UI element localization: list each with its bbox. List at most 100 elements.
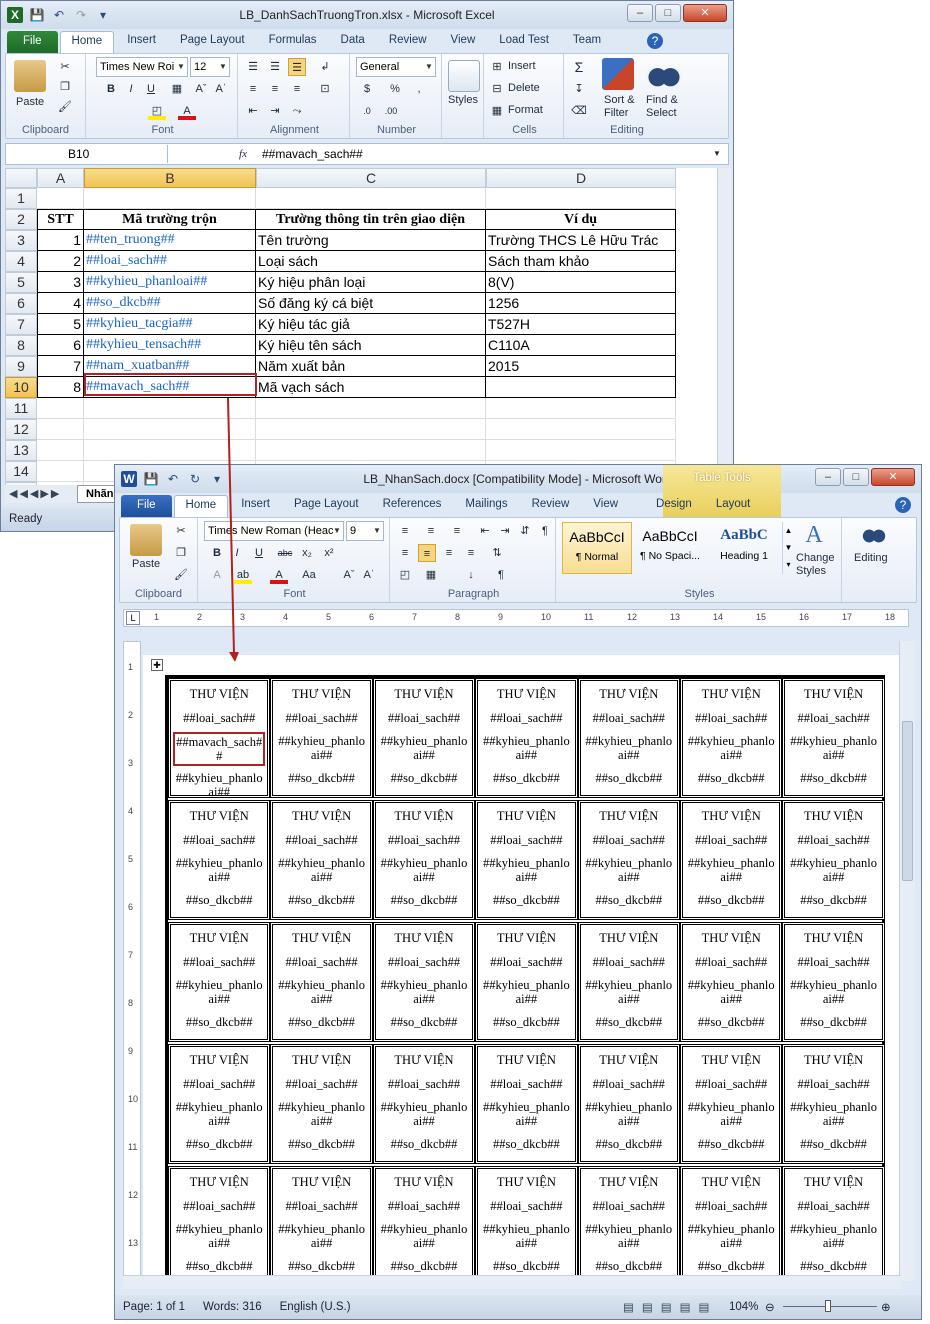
- comma-icon[interactable]: ,: [410, 80, 428, 98]
- highlight-icon[interactable]: ab: [234, 566, 252, 584]
- subscript-icon[interactable]: x₂: [298, 544, 316, 562]
- label-cell[interactable]: THƯ VIỆN ##loai_sach## ##kyhieu_phanlo ai##…: [270, 1044, 373, 1164]
- table-cell[interactable]: C110A: [486, 335, 676, 356]
- sort-icon[interactable]: ⇵: [516, 522, 534, 540]
- insert-cells-icon[interactable]: ⊞: [488, 58, 506, 76]
- align-middle-icon[interactable]: ☰: [266, 58, 284, 76]
- grow-font-icon[interactable]: Aˇ: [340, 566, 358, 584]
- paste-icon[interactable]: [130, 524, 162, 556]
- border-icon[interactable]: ▦: [168, 80, 186, 98]
- italic-icon[interactable]: I: [122, 80, 140, 98]
- table-move-handle-icon[interactable]: ✚: [151, 659, 163, 671]
- table-cell[interactable]: ##kyhieu_phanloai##: [84, 272, 256, 293]
- cell[interactable]: [84, 188, 256, 209]
- superscript-icon[interactable]: x²: [320, 544, 338, 562]
- label-cell[interactable]: THƯ VIỆN ##loai_sach## ##kyhieu_phanlo ai##…: [782, 922, 885, 1042]
- bold-icon[interactable]: B: [208, 544, 226, 562]
- table-cell[interactable]: 6: [37, 335, 84, 356]
- restore-button[interactable]: □: [655, 4, 681, 22]
- table-header-cell[interactable]: STT: [37, 209, 84, 230]
- increase-decimal-icon[interactable]: .0: [358, 102, 376, 120]
- restore-button[interactable]: □: [843, 468, 869, 486]
- table-cell[interactable]: 1256: [486, 293, 676, 314]
- label-cell[interactable]: THƯ VIỆN ##loai_sach## ##kyhieu_phanlo ai##…: [577, 922, 680, 1042]
- label-cell[interactable]: THƯ VIỆN ##loai_sach## ##kyhieu_phanlo ai##…: [680, 800, 783, 920]
- tab-review[interactable]: Review: [521, 495, 581, 517]
- cell[interactable]: [37, 461, 84, 482]
- cell[interactable]: [486, 440, 676, 461]
- merge-icon[interactable]: ⊡: [316, 80, 334, 98]
- cell[interactable]: [84, 419, 256, 440]
- column-header[interactable]: A: [37, 168, 84, 188]
- label-cell[interactable]: THƯ VIỆN ##loai_sach## ##kyhieu_phanlo ai##…: [680, 1044, 783, 1164]
- format-painter-icon[interactable]: 🖌: [56, 98, 74, 116]
- horizontal-ruler[interactable]: L 1 2 3 4 5 6 7 8 9 10 11 12 13 14 15 16 17 18: [123, 609, 909, 627]
- tab-data[interactable]: Data: [330, 31, 376, 53]
- table-cell[interactable]: ##kyhieu_tacgia##: [84, 314, 256, 335]
- vertical-scrollbar[interactable]: [899, 641, 915, 1281]
- table-cell[interactable]: Ký hiệu phân loại: [256, 272, 486, 293]
- cell[interactable]: [37, 188, 84, 209]
- styles-scroll[interactable]: ▲ ▼ ▾: [782, 522, 794, 574]
- label-cell[interactable]: THƯ VIỆN ##loai_sach## ##kyhieu_phanlo ai##…: [577, 678, 680, 798]
- tab-load-test[interactable]: Load Test: [488, 31, 560, 53]
- numbering-icon[interactable]: ≡: [422, 522, 440, 540]
- copy-icon[interactable]: ❐: [56, 78, 74, 96]
- increase-indent-icon[interactable]: ⇥: [266, 102, 284, 120]
- cell[interactable]: [84, 398, 256, 419]
- binoculars-icon[interactable]: [648, 58, 680, 90]
- sort-filter-button-2[interactable]: Filter: [604, 107, 628, 119]
- tab-file[interactable]: File: [7, 31, 58, 53]
- cell[interactable]: [37, 419, 84, 440]
- label-cell[interactable]: THƯ VIỆN ##loai_sach## ##kyhieu_phanlo ai##…: [270, 800, 373, 920]
- table-cell[interactable]: ##so_dkcb##: [84, 293, 256, 314]
- label-cell[interactable]: THƯ VIỆN ##loai_sach## ##kyhieu_phanlo ai##…: [782, 1166, 885, 1286]
- repeat-icon[interactable]: ↻: [187, 471, 203, 487]
- row-header[interactable]: 10: [5, 377, 37, 398]
- fill-icon[interactable]: ↧: [570, 80, 588, 98]
- shrink-font-icon[interactable]: Aˈ: [212, 80, 230, 98]
- table-cell[interactable]: [486, 377, 676, 398]
- excel-app-icon[interactable]: X: [7, 7, 23, 23]
- currency-icon[interactable]: $: [358, 80, 376, 98]
- align-right-icon[interactable]: ≡: [288, 80, 306, 98]
- label-cell[interactable]: THƯ VIỆN ##loai_sach## ##kyhieu_phanlo ai##…: [168, 800, 271, 920]
- column-header[interactable]: D: [486, 168, 676, 188]
- table-cell[interactable]: Ký hiệu tác giả: [256, 314, 486, 335]
- row-header[interactable]: 7: [5, 314, 37, 335]
- table-cell[interactable]: ##loai_sach##: [84, 251, 256, 272]
- zoom-level[interactable]: 104%: [729, 1301, 758, 1313]
- label-cell[interactable]: THƯ VIỆN ##loai_sach## ##kyhieu_phanlo ai##…: [782, 1044, 885, 1164]
- row-header[interactable]: 13: [5, 440, 37, 461]
- table-cell[interactable]: 8: [37, 377, 84, 398]
- fill-color-icon[interactable]: ◰: [148, 102, 166, 120]
- label-cell[interactable]: THƯ VIỆN ##loai_sach## ##kyhieu_phanlo ai##…: [372, 1044, 476, 1164]
- cell[interactable]: [37, 398, 84, 419]
- table-cell[interactable]: T527H: [486, 314, 676, 335]
- cell[interactable]: [84, 440, 256, 461]
- cut-icon[interactable]: ✂: [56, 58, 74, 76]
- label-cell[interactable]: THƯ VIỆN ##loai_sach## ##kyhieu_phanlo ai##…: [577, 1166, 680, 1286]
- format-painter-icon[interactable]: 🖌: [172, 566, 190, 584]
- font-color-icon[interactable]: A: [270, 566, 288, 584]
- bold-icon[interactable]: B: [102, 80, 120, 98]
- label-cell[interactable]: THƯ VIỆN ##loai_sach## ##kyhieu_phanlo ai##…: [270, 678, 373, 798]
- word-app-icon[interactable]: W: [121, 471, 137, 487]
- zoom-out-icon[interactable]: ⊖: [765, 1300, 775, 1314]
- cut-icon[interactable]: ✂: [172, 522, 190, 540]
- row-header[interactable]: 12: [5, 419, 37, 440]
- number-format-combo[interactable]: General ▼: [356, 57, 436, 77]
- cell[interactable]: [37, 440, 84, 461]
- underline-icon[interactable]: U: [142, 80, 160, 98]
- font-size-combo[interactable]: 12 ▼: [190, 57, 230, 77]
- help-icon[interactable]: ?: [895, 497, 911, 513]
- wrap-text-icon[interactable]: ↲: [316, 58, 334, 76]
- table-cell[interactable]: Năm xuất bản: [256, 356, 486, 377]
- table-cell[interactable]: Mã vạch sách: [256, 377, 486, 398]
- styles-button[interactable]: Styles: [448, 94, 478, 106]
- expand-formula-icon[interactable]: ▼: [708, 145, 726, 163]
- tab-selector-icon[interactable]: L: [126, 611, 140, 625]
- table-cell[interactable]: 5: [37, 314, 84, 335]
- change-case-icon[interactable]: Aa: [300, 566, 318, 584]
- scroll-thumb[interactable]: [902, 721, 913, 881]
